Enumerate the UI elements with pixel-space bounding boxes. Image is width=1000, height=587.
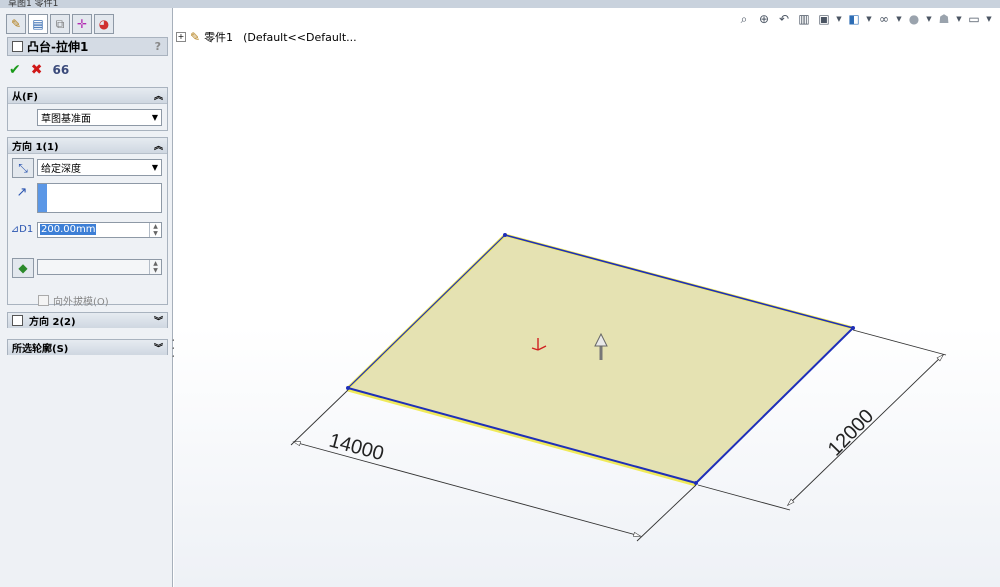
vertex[interactable]	[346, 386, 350, 390]
vertex[interactable]	[694, 481, 698, 485]
vertex[interactable]	[851, 326, 855, 330]
dimension-14000-label: 14000	[327, 430, 386, 466]
vertex[interactable]	[503, 233, 507, 237]
model-viewport: 14000 12000	[290, 233, 947, 542]
dimension-12000-label: 12000	[824, 405, 878, 460]
